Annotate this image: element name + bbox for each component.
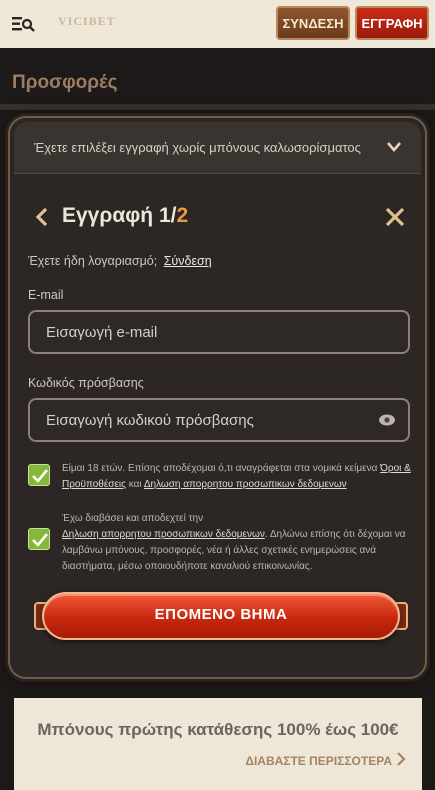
promo-title: Μπόνους πρώτης κατάθεσης 100% έως 100€ — [37, 720, 399, 739]
step-current: 1/ — [158, 204, 177, 227]
privacy-marketing-consent: Έχω διαβάσει και αποδεχτεί την Δηλωση απ… — [62, 511, 412, 575]
modal-title: Εγγραφή 1/2 — [62, 204, 188, 228]
login-button[interactable]: ΣΥΝΔΕΣΗ — [276, 6, 350, 40]
have-account-text: Έχετε ήδη λογαριασμό; — [28, 254, 158, 268]
read-more-link[interactable]: ΔΙΑΒΑΣΤΕ ΠΕΡΙΣΣΟΤΕΡΑ — [245, 754, 392, 768]
privacy-link-1[interactable]: Δηλωση απορρητου προσωπικων δεδομενων — [144, 479, 347, 490]
register-button[interactable]: ΕΓΓΡΑΦΗ — [355, 6, 429, 40]
login-link[interactable]: Σύνδεση — [164, 254, 212, 268]
consent2-text-a: Έχω διαβάσει και αποδεχτεί την — [62, 513, 204, 524]
privacy-link-2[interactable]: Δηλωση απορρητου προσωπικων δεδομενων — [62, 529, 265, 540]
privacy-marketing-checkbox[interactable] — [28, 528, 50, 550]
logo-text: VICIBET — [58, 14, 116, 28]
chevron-left-icon[interactable] — [34, 206, 50, 228]
password-placeholder: Εισαγωγή κωδικού πρόσβασης — [46, 412, 254, 429]
consent1-and: και — [125, 479, 144, 490]
age-terms-consent: Είμαι 18 ετών. Επίσης αποδέχομαι ό,τι αν… — [62, 461, 412, 493]
eye-icon[interactable] — [378, 412, 396, 428]
chevron-down-icon[interactable] — [386, 140, 402, 152]
email-placeholder: Εισαγωγή e-mail — [46, 324, 158, 341]
brand-logo[interactable]: VICIBET — [58, 12, 134, 30]
section-title: Προσφορές — [12, 72, 118, 93]
registration-modal: Έχετε επιλέξει εγγραφή χωρίς μπόνους καλ… — [8, 116, 427, 679]
menu-search-icon[interactable] — [12, 14, 36, 34]
have-account-row: Έχετε ήδη λογαριασμό; Σύνδεση — [28, 254, 212, 268]
age-terms-checkbox[interactable] — [28, 464, 50, 486]
close-icon[interactable] — [384, 206, 406, 228]
next-step-button[interactable]: ΕΠΟΜΕΝΟ ΒΗΜΑ — [34, 592, 408, 640]
step-total: 2 — [176, 204, 189, 227]
email-label: E-mail — [28, 288, 64, 302]
consent1-text: Είμαι 18 ετών. Επίσης αποδέχομαι ό,τι αν… — [62, 463, 378, 474]
check-icon — [32, 469, 49, 483]
title-text: Εγγραφή — [62, 204, 154, 227]
next-step-label: ΕΠΟΜΕΝΟ ΒΗΜΑ — [154, 606, 288, 623]
top-header: VICIBET ΣΥΝΔΕΣΗ ΕΓΓΡΑΦΗ — [0, 0, 435, 48]
divider — [0, 104, 435, 110]
password-label: Κωδικός πρόσβασης — [28, 376, 144, 390]
bonus-selection-text: Έχετε επιλέξει εγγραφή χωρίς μπόνους καλ… — [34, 140, 361, 155]
password-field[interactable]: Εισαγωγή κωδικού πρόσβασης — [28, 398, 410, 442]
email-field[interactable]: Εισαγωγή e-mail — [28, 310, 410, 354]
chevron-right-icon — [396, 752, 406, 766]
check-icon — [32, 533, 49, 547]
promo-card[interactable]: Μπόνους πρώτης κατάθεσης 100% έως 100€ Δ… — [14, 698, 422, 790]
bonus-selection-dropdown[interactable]: Έχετε επιλέξει εγγραφή χωρίς μπόνους καλ… — [14, 122, 421, 174]
